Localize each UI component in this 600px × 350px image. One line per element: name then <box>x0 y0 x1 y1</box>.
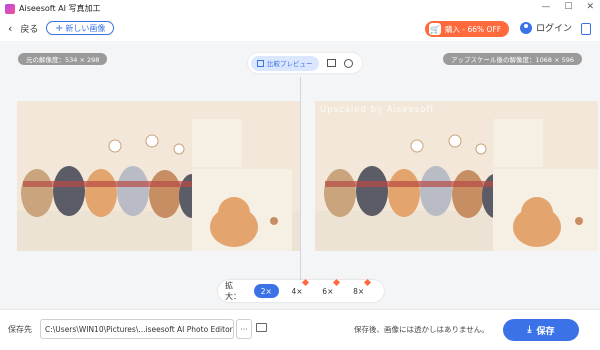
zoom-option-4x[interactable]: 4× <box>285 278 310 298</box>
zoom-selector: 拡大： 2× 4× 6× 8× <box>218 278 384 302</box>
zoom-option-4x-label: 4× <box>291 286 303 296</box>
save-path-field[interactable]: C:\Users\WIN10\Pictures\...iseesoft AI P… <box>40 319 234 339</box>
maximize-icon[interactable]: ☐ <box>564 2 572 12</box>
preview-area: 元の解像度：534 × 298 アップスケール後の解像度：1068 × 596 … <box>0 41 600 309</box>
back-button[interactable]: ‹ 戻る <box>8 22 38 35</box>
overlay-card-large-upscaled <box>493 169 598 251</box>
split-divider[interactable] <box>300 77 301 287</box>
zoom-label: 拡大： <box>225 281 241 301</box>
new-image-button[interactable]: + 新しい画像 <box>46 21 115 35</box>
image-icon[interactable] <box>326 59 336 67</box>
footer-bar: 保存先 C:\Users\WIN10\Pictures\...iseesoft … <box>0 309 600 350</box>
user-icon <box>520 21 532 34</box>
app-logo-icon <box>5 3 15 14</box>
folder-icon[interactable] <box>256 323 267 332</box>
premium-icon <box>333 278 341 287</box>
premium-icon <box>363 278 372 287</box>
overlay-card-small <box>192 119 242 167</box>
login-button[interactable]: ログイン <box>520 21 572 34</box>
overlay-card-small-upscaled <box>493 119 543 167</box>
close-icon[interactable]: ✕ <box>586 2 594 12</box>
zoom-option-2x[interactable]: 2× <box>253 284 279 298</box>
upscaled-resolution-badge: アップスケール後の解像度：1068 × 596 <box>442 53 582 65</box>
save-button[interactable]: ⤓ 保存 <box>503 319 579 341</box>
original-image <box>17 101 300 251</box>
premium-icon <box>302 278 310 287</box>
zoom-option-6x[interactable]: 6× <box>315 278 341 298</box>
compare-preview-label: 比較プレビュー <box>267 60 313 68</box>
original-resolution-badge: 元の解像度：534 × 298 <box>18 53 108 65</box>
cart-icon: 🛒 <box>429 23 441 35</box>
app-title: Aiseesoft AI 写真加工 <box>19 4 101 13</box>
save-to-label: 保存先 <box>8 325 32 334</box>
purchase-button[interactable]: 🛒 購入 - 66% OFF <box>425 21 509 37</box>
download-icon: ⤓ <box>527 325 532 335</box>
compare-icon <box>257 59 264 67</box>
title-bar: Aiseesoft AI 写真加工 — ☐ ✕ <box>0 0 600 17</box>
new-image-label: 新しい画像 <box>65 23 106 33</box>
login-label: ログイン <box>536 24 573 34</box>
back-label: 戻る <box>20 25 39 35</box>
chevron-left-icon: ‹ <box>8 22 13 35</box>
zoom-option-8x[interactable]: 8× <box>346 278 372 298</box>
watermark-text: Upscaled by Aiseesoft <box>320 105 435 115</box>
upscaled-image: Upscaled by Aiseesoft <box>315 101 598 251</box>
purchase-label: 購入 - 66% OFF <box>445 24 502 34</box>
menu-icon[interactable] <box>581 23 591 35</box>
view-toolbar: 比較プレビュー <box>248 53 362 73</box>
save-button-label: 保存 <box>536 326 555 337</box>
watermark-note: 保存後、画像には透かしはありません。 <box>354 325 489 334</box>
minimize-icon[interactable]: — <box>541 2 550 12</box>
zoom-option-6x-label: 6× <box>322 286 334 296</box>
toolbar: ‹ 戻る + 新しい画像 🛒 購入 - 66% OFF ログイン <box>0 17 600 41</box>
compare-preview-button[interactable]: 比較プレビュー <box>251 55 319 71</box>
overlay-card-large <box>192 169 292 251</box>
browse-button[interactable]: ··· <box>236 319 252 339</box>
eye-icon[interactable] <box>343 58 353 68</box>
zoom-option-8x-label: 8× <box>353 286 365 296</box>
plus-icon: + <box>55 22 64 34</box>
window-controls: — ☐ ✕ <box>541 2 594 12</box>
